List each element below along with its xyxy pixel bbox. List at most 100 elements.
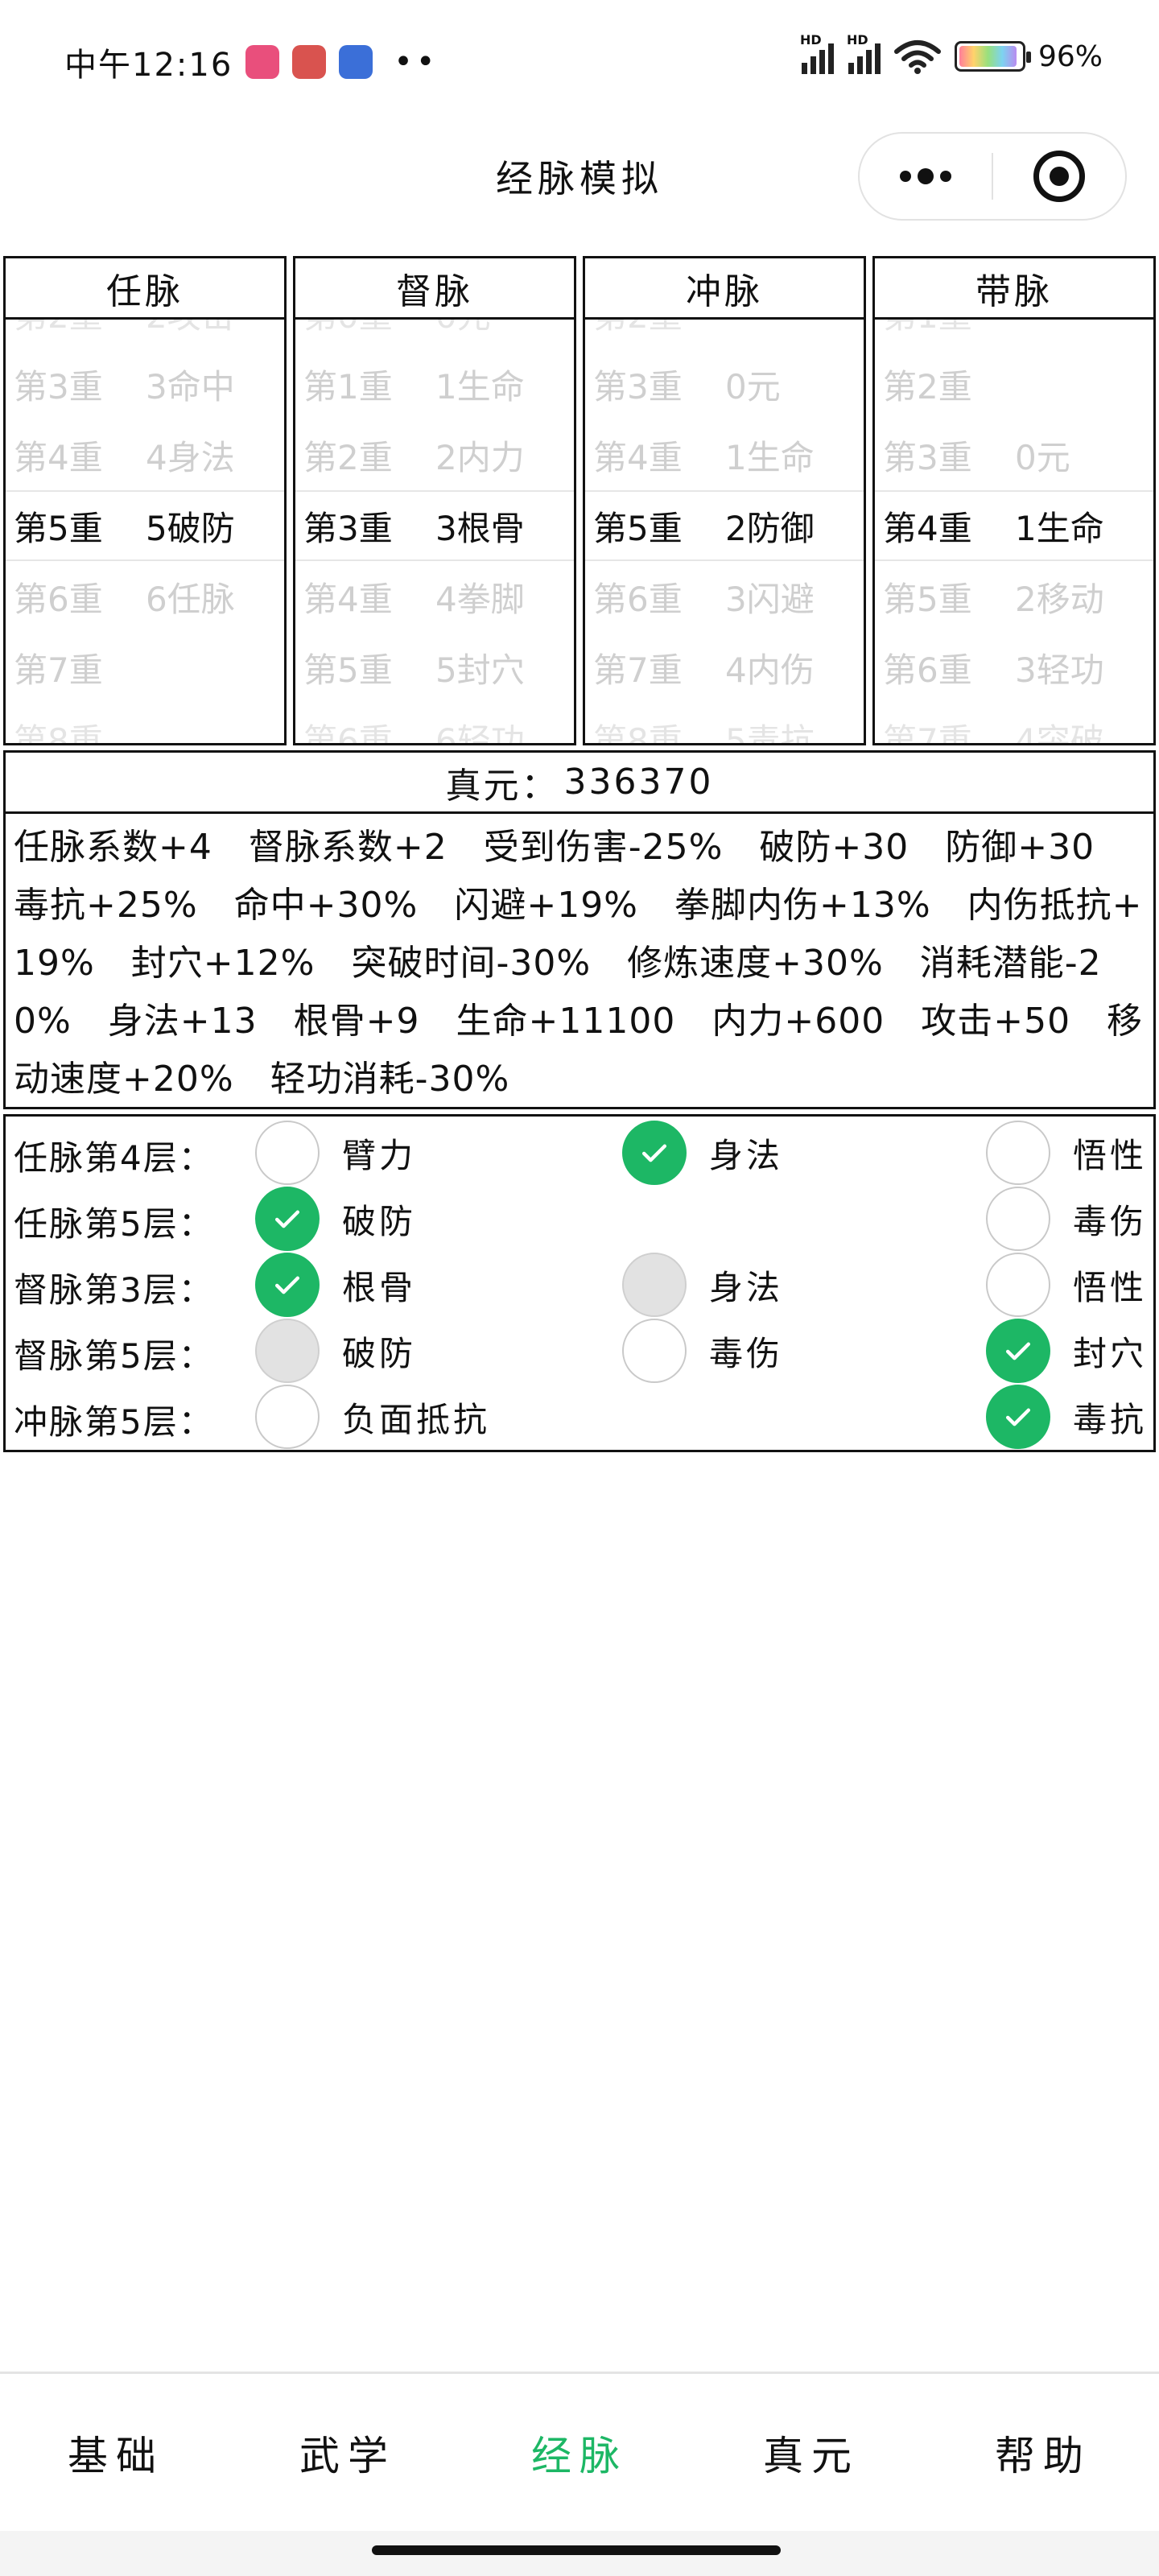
close-mini-program-button[interactable] [993,134,1125,219]
radio-empty-icon[interactable] [986,1121,1050,1185]
mini-program-capsule [858,132,1127,221]
picker-option[interactable]: 第4重 4身法 [6,419,284,490]
picker-option[interactable]: 第6重 6任脉 [6,561,284,632]
picker-scroll-wheel[interactable]: 第1重 第2重 第3重0元 第4重1生命 第5重2移动 第6重3轻功 第7重4突… [875,320,1153,743]
bottom-tab-bar: 基础 武学 经脉 真元 帮助 [0,2372,1159,2531]
radio-empty-icon[interactable] [255,1121,320,1185]
title-bar: 经脉模拟 [0,121,1159,233]
option-choice[interactable]: 封穴 [986,1318,1147,1384]
picker-option[interactable]: 第8重 [6,703,284,744]
picker-option-selected[interactable]: 第5重 2防御 [585,490,864,561]
picker-option[interactable]: 第6重 3轻功 [875,632,1153,703]
picker-option[interactable]: 第7重 4突破 [875,703,1153,744]
status-time: 中午12:16 [64,47,233,84]
home-indicator[interactable] [372,2545,781,2555]
picker-option[interactable]: 第3重 3命中 [6,349,284,419]
picker-option[interactable]: 第7重 [6,632,284,703]
option-row: 冲脉第5层： 负面抵抗 毒抗 [6,1384,1153,1450]
more-menu-button[interactable] [860,134,992,219]
option-choice[interactable]: 悟性 [986,1120,1147,1186]
picker-option[interactable]: 第1重 [875,320,1153,349]
option-choice[interactable]: 毒伤 [986,1186,1147,1252]
cellular-signal-icon: HD [800,32,834,74]
more-dots-icon [900,171,911,182]
notification-app-icon [339,45,373,79]
picker-option[interactable]: 第4重 1生命 [585,419,864,490]
option-choice[interactable]: 破防 [255,1318,416,1384]
notification-app-icon [292,45,327,79]
picker-option[interactable]: 第4重 4拳脚 [295,561,574,632]
option-row-label: 冲脉第5层： [14,1402,214,1442]
picker-option[interactable]: 第5重 5封穴 [295,632,574,703]
picker-option[interactable]: 第2重 2内力 [295,419,574,490]
picker-option[interactable]: 第6重 3闪避 [585,561,864,632]
picker-option-selected[interactable]: 第5重 5破防 [6,490,284,561]
option-row-label: 督脉第3层： [14,1270,214,1310]
option-choice[interactable]: 毒伤 [622,1318,783,1384]
option-choice[interactable]: 臂力 [255,1120,416,1186]
zhenyuan-value: 336370 [563,762,714,803]
tab-basic[interactable]: 基础 [0,2374,232,2531]
picker-option[interactable]: 第6重 6轻功 [295,703,574,744]
radio-empty-icon[interactable] [622,1319,687,1383]
battery-icon [954,41,1031,72]
tab-martial-arts[interactable]: 武学 [232,2374,464,2531]
check-icon[interactable] [986,1319,1050,1383]
picker-header: 带脉 [875,258,1153,320]
radio-empty-icon[interactable] [255,1385,320,1449]
picker-option[interactable]: 第5重 2移动 [875,561,1153,632]
tab-meridians[interactable]: 经脉 [464,2374,695,2531]
notification-app-icon [245,45,280,79]
option-row-label: 督脉第5层： [14,1336,214,1376]
option-choice[interactable]: 身法 [622,1252,783,1318]
check-icon[interactable] [255,1253,320,1317]
picker-scroll-wheel[interactable]: 第2重2攻击 第3重3命中 第4重4身法 第5重5破防 第6重6任脉 第7重 第… [6,320,284,743]
tab-help[interactable]: 帮助 [927,2374,1159,2531]
option-choice[interactable]: 悟性 [986,1252,1147,1318]
picker-option[interactable]: 第1重 1生命 [295,349,574,419]
picker-option[interactable]: 第3重 0元 [875,419,1153,490]
picker-option[interactable]: 第2重 [875,349,1153,419]
radio-disabled-icon[interactable] [622,1253,687,1317]
check-icon[interactable] [255,1187,320,1251]
status-left: 中午12:16 •• [64,39,438,85]
layer-options: 任脉第4层： 臂力 身法 悟性 任脉第5层： 破防 毒伤 督脉第3层： 根骨 身… [3,1114,1156,1452]
picker-header: 督脉 [295,258,574,320]
option-choice[interactable]: 身法 [622,1120,783,1186]
picker-option[interactable]: 第8重 5毒抗 [585,703,864,744]
option-row-label: 任脉第4层： [14,1138,214,1178]
picker-scroll-wheel[interactable]: 第0重0元 第1重1生命 第2重2内力 第3重3根骨 第4重4拳脚 第5重5封穴… [295,320,574,743]
zhenyuan-header: 真元： 336370 [6,753,1153,814]
check-icon[interactable] [986,1385,1050,1449]
zhenyuan-summary: 真元： 336370 任脉系数+4 督脉系数+2 受到伤害-25% 破防+30 … [3,750,1156,1109]
cellular-signal-icon: HD [847,32,881,74]
radio-empty-icon[interactable] [986,1253,1050,1317]
picker-scroll-wheel[interactable]: 第2重 第3重0元 第4重1生命 第5重2防御 第6重3闪避 第7重4内伤 第8… [585,320,864,743]
picker-option[interactable]: 第3重 0元 [585,349,864,419]
radio-disabled-icon[interactable] [255,1319,320,1383]
zhenyuan-label: 真元： [445,765,559,807]
picker-chongmai: 冲脉 第2重 第3重0元 第4重1生命 第5重2防御 第6重3闪避 第7重4内伤… [583,256,866,745]
option-choice[interactable]: 毒抗 [986,1384,1147,1450]
picker-daimai: 带脉 第1重 第2重 第3重0元 第4重1生命 第5重2移动 第6重3轻功 第7… [872,256,1156,745]
hd-label: HD [846,32,868,47]
option-row: 督脉第5层： 破防 毒伤 封穴 [6,1318,1153,1384]
picker-option[interactable]: 第0重0元 [295,320,574,349]
check-icon[interactable] [622,1121,687,1185]
meridian-pickers: 任脉 第2重2攻击 第3重3命中 第4重4身法 第5重5破防 第6重6任脉 第7… [3,256,1156,745]
picker-header: 任脉 [6,258,284,320]
picker-option[interactable]: 第7重 4内伤 [585,632,864,703]
picker-dumai: 督脉 第0重0元 第1重1生命 第2重2内力 第3重3根骨 第4重4拳脚 第5重… [293,256,576,745]
status-bar: 中午12:16 •• HD HD 96% [0,0,1159,121]
picker-renmai: 任脉 第2重2攻击 第3重3命中 第4重4身法 第5重5破防 第6重6任脉 第7… [3,256,287,745]
option-row: 督脉第3层： 根骨 身法 悟性 [6,1252,1153,1318]
picker-option[interactable]: 第2重 [585,320,864,349]
tab-zhenyuan[interactable]: 真元 [695,2374,927,2531]
picker-option[interactable]: 第2重2攻击 [6,320,284,349]
radio-empty-icon[interactable] [986,1187,1050,1251]
option-choice[interactable]: 破防 [255,1186,416,1252]
picker-option-selected[interactable]: 第4重 1生命 [875,490,1153,561]
picker-option-selected[interactable]: 第3重 3根骨 [295,490,574,561]
option-choice[interactable]: 根骨 [255,1252,416,1318]
option-choice[interactable]: 负面抵抗 [255,1384,490,1450]
